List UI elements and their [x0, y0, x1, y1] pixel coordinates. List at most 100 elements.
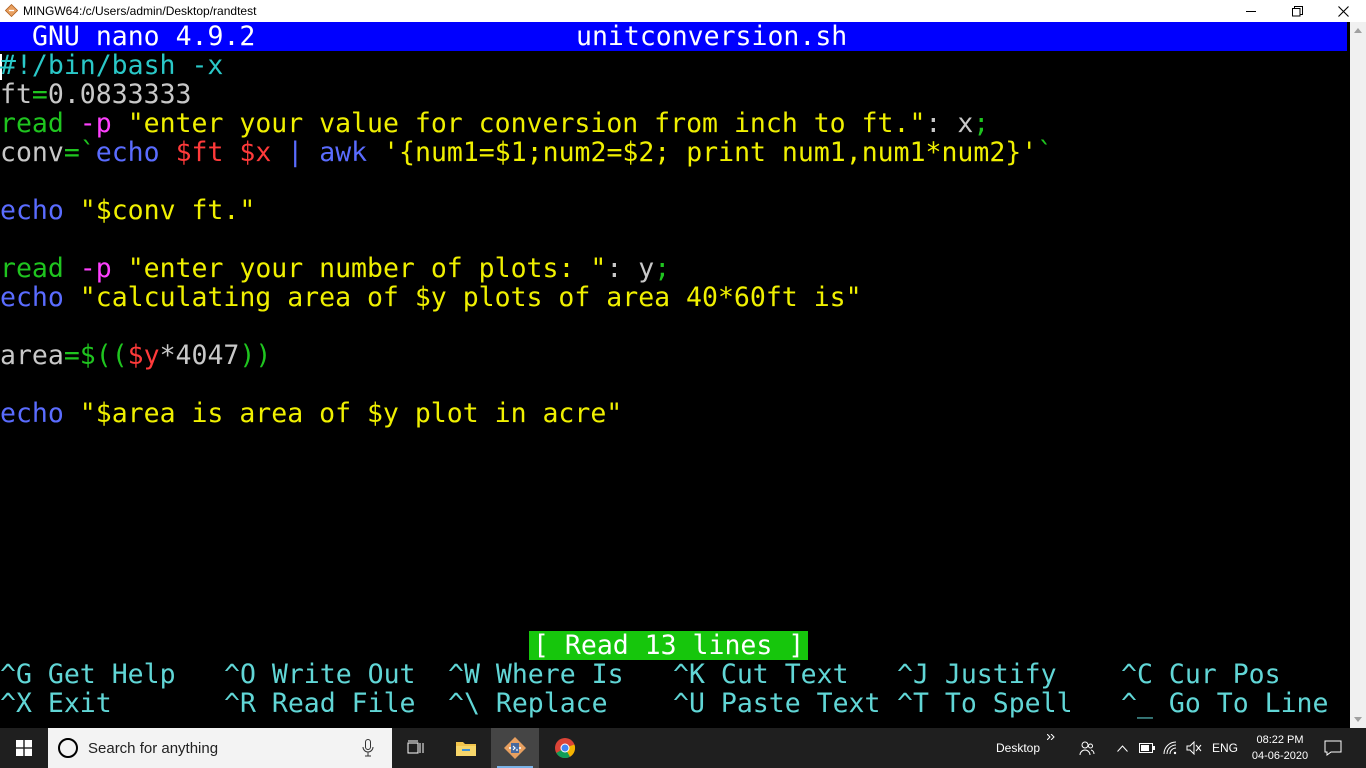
code-line-13[interactable]: echo "$area is area of $y plot in acre" [0, 399, 622, 428]
microphone-icon[interactable] [362, 739, 374, 757]
restore-button[interactable] [1274, 0, 1320, 22]
clock[interactable]: 08:22 PM 04-06-2020 [1247, 732, 1313, 764]
code-token: -p [79, 108, 112, 139]
code-token: ; [654, 253, 671, 284]
shortcut-key: ^U [673, 688, 705, 719]
shortcut-paste-text[interactable]: ^U Paste Text [673, 689, 880, 718]
taskbar-chrome[interactable] [541, 728, 589, 768]
git-bash-icon [504, 737, 526, 759]
vertical-scrollbar[interactable] [1350, 22, 1366, 728]
taskbar: Search for anything Desktop ENG 08:22 PM… [0, 728, 1366, 768]
code-token: area [0, 340, 64, 371]
code-token: read [0, 108, 64, 139]
code-line-6[interactable]: echo "$conv ft." [0, 196, 255, 225]
git-bash-icon [5, 4, 18, 17]
code-line-2[interactable]: ft=0.0833333 [0, 80, 191, 109]
code-token: =$(( [63, 340, 128, 371]
window-title-bar[interactable]: MINGW64:/c/Users/admin/Desktop/randtest [0, 0, 1366, 22]
shortcut-key: ^J [897, 659, 929, 690]
cortana-icon [58, 738, 78, 758]
code-line-8[interactable]: read -p "enter your number of plots: ": … [0, 254, 670, 283]
volume-button[interactable] [1183, 728, 1205, 768]
shortcut-key: ^T [897, 688, 929, 719]
clock-time: 08:22 PM [1256, 734, 1304, 746]
taskbar-file-explorer[interactable] [442, 728, 490, 768]
chevron-up-icon [1354, 28, 1362, 33]
shortcut-read-file[interactable]: ^R Read File [224, 689, 415, 718]
shortcut-key: ^\ [448, 688, 480, 719]
code-line-4[interactable]: conv=`echo $ft $x | awk '{num1=$1;num2=$… [0, 138, 1053, 167]
shortcut-go-to-line[interactable]: ^_ Go To Line [1121, 689, 1328, 718]
toolbar-expand-button[interactable] [1042, 722, 1060, 752]
minimize-icon [1245, 10, 1256, 12]
shortcut-label: Paste Text [720, 688, 881, 719]
shortcut-justify[interactable]: ^J Justify [897, 660, 1057, 689]
people-icon [1079, 741, 1095, 756]
task-view-button[interactable] [392, 728, 440, 768]
code-token: -p [79, 253, 112, 284]
shortcut-label: To Spell [944, 688, 1073, 719]
taskbar-git-bash[interactable] [491, 728, 539, 768]
code-token: ft [0, 79, 32, 110]
show-hidden-icons-button[interactable] [1112, 728, 1132, 768]
code-token: '{num1=$1;num2=$2; print num1,num1*num2}… [383, 137, 1038, 168]
shortcut-key: ^W [448, 659, 480, 690]
shortcut-to-spell[interactable]: ^T To Spell [897, 689, 1073, 718]
shortcut-label: Get Help [47, 659, 176, 690]
code-token: ` [1037, 137, 1054, 168]
status-message: [ Read 13 lines ] [529, 631, 809, 660]
shortcut-label: Justify [944, 659, 1057, 690]
notification-icon [1324, 740, 1342, 756]
double-chevron-icon [1047, 734, 1055, 740]
scroll-up-button[interactable] [1350, 22, 1366, 39]
code-token: ` [79, 137, 96, 168]
shortcut-where-is[interactable]: ^W Where Is [448, 660, 624, 689]
action-center-button[interactable] [1318, 728, 1348, 768]
shortcut-cur-pos[interactable]: ^C Cur Pos [1121, 660, 1281, 689]
shortcut-cut-text[interactable]: ^K Cut Text [673, 660, 849, 689]
language-indicator[interactable]: ENG [1208, 728, 1242, 768]
code-token: echo [0, 195, 64, 226]
code-token: | [287, 137, 304, 168]
scroll-down-button[interactable] [1350, 711, 1366, 728]
code-line-1[interactable]: #!/bin/bash -x [0, 51, 223, 80]
shortcut-get-help[interactable]: ^G Get Help [0, 660, 176, 689]
code-token: = [31, 79, 48, 110]
code-token: conv [0, 137, 64, 168]
start-button[interactable] [0, 728, 48, 768]
code-token: "$conv ft." [79, 195, 256, 226]
shortcut-key: ^K [673, 659, 705, 690]
close-button[interactable] [1320, 0, 1366, 22]
code-token: ; [973, 108, 990, 139]
taskbar-search-box[interactable]: Search for anything [48, 728, 392, 768]
code-token: echo [0, 282, 64, 313]
shortcut-replace[interactable]: ^\ Replace [448, 689, 608, 718]
shortcut-write-out[interactable]: ^O Write Out [224, 660, 415, 689]
code-token: echo [95, 137, 160, 168]
people-button[interactable] [1074, 728, 1100, 768]
chevron-up-icon [1116, 744, 1128, 752]
terminal-area[interactable]: GNU nano 4.9.2 unitconversion.sh #!/bin/… [0, 22, 1350, 728]
code-line-11[interactable]: area=$(($y*4047)) [0, 341, 271, 370]
shortcut-key: ^_ [1121, 688, 1153, 719]
shortcut-label: Where Is [495, 659, 624, 690]
code-token: : x [925, 108, 974, 139]
code-line-9[interactable]: echo "calculating area of $y plots of ar… [0, 283, 862, 312]
shortcut-exit[interactable]: ^X Exit [0, 689, 112, 718]
nano-version: GNU nano 4.9.2 [32, 21, 256, 52]
code-token: *4047 [159, 340, 240, 371]
network-button[interactable] [1160, 728, 1182, 768]
shortcut-label: Replace [495, 688, 608, 719]
code-token: read [0, 253, 64, 284]
code-token: $y [127, 340, 160, 371]
desktop-toolbar-label[interactable]: Desktop [996, 741, 1040, 755]
minimize-button[interactable] [1228, 0, 1274, 22]
code-token: 0.0833333 [47, 79, 192, 110]
battery-button[interactable] [1136, 728, 1158, 768]
shortcut-label: Exit [47, 688, 112, 719]
shortcut-label: Go To Line [1168, 688, 1329, 719]
shortcut-key: ^O [224, 659, 256, 690]
code-token: : y [606, 253, 655, 284]
shortcut-label: Cut Text [720, 659, 849, 690]
code-line-3[interactable]: read -p "enter your value for conversion… [0, 109, 989, 138]
